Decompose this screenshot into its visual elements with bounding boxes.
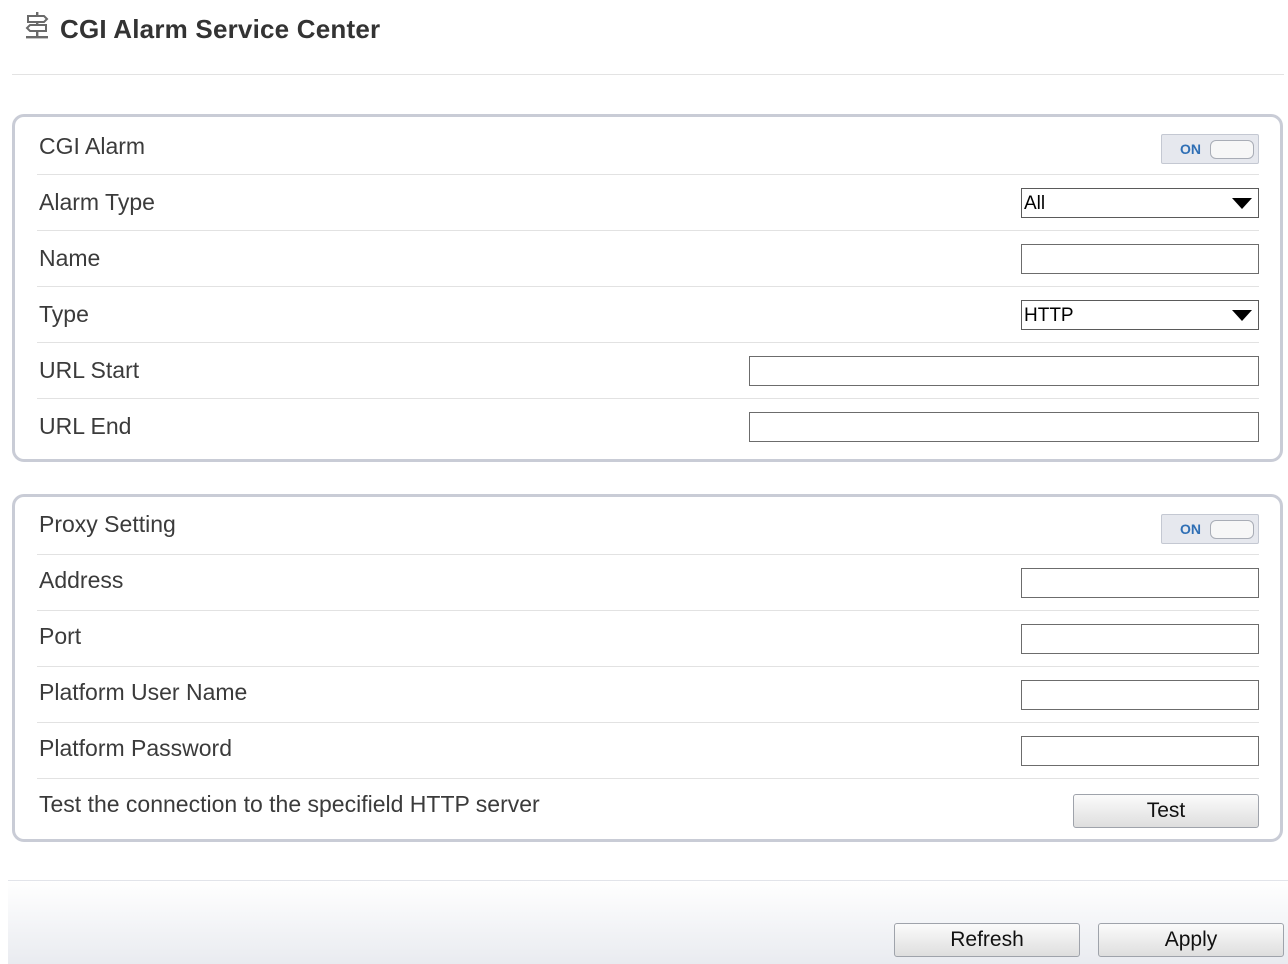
toggle-on-text: ON [1180, 521, 1201, 537]
url-start-label: URL Start [39, 357, 140, 383]
address-input[interactable] [1021, 568, 1259, 598]
cgi-alarm-service-center-page: CGI Alarm Service Center CGI Alarm ON Al… [0, 0, 1288, 964]
test-button[interactable]: Test [1073, 794, 1259, 828]
url-end-label: URL End [39, 413, 132, 439]
platform-user-name-label: Platform User Name [39, 679, 248, 705]
refresh-button[interactable]: Refresh [894, 923, 1080, 957]
platform-password-row: Platform Password [37, 723, 1259, 779]
signpost-icon [25, 12, 49, 39]
alarm-type-select[interactable]: All [1021, 188, 1259, 218]
name-label: Name [39, 245, 101, 271]
test-connection-label: Test the connection to the specifield HT… [39, 791, 540, 817]
toggle-on-text: ON [1180, 141, 1201, 157]
alarm-type-row: Alarm Type All [37, 175, 1259, 231]
address-row: Address [37, 555, 1259, 611]
platform-user-name-row: Platform User Name [37, 667, 1259, 723]
dropdown-arrow-icon [1232, 198, 1252, 209]
apply-button[interactable]: Apply [1098, 923, 1284, 957]
platform-password-input[interactable] [1021, 736, 1259, 766]
port-row: Port [37, 611, 1259, 667]
platform-user-name-input[interactable] [1021, 680, 1259, 710]
page-header: CGI Alarm Service Center [0, 0, 1288, 76]
port-input[interactable] [1021, 624, 1259, 654]
alarm-type-label: Alarm Type [39, 189, 155, 215]
url-end-row: URL End [37, 399, 1259, 455]
cgi-alarm-toggle[interactable]: ON [1161, 134, 1259, 164]
test-connection-row: Test the connection to the specifield HT… [37, 779, 1259, 835]
page-title: CGI Alarm Service Center [60, 14, 381, 44]
alarm-type-value: All [1024, 193, 1046, 214]
proxy-setting-row: Proxy Setting ON [37, 499, 1259, 555]
cgi-alarm-panel: CGI Alarm ON Alarm Type All Name Type HT… [12, 114, 1283, 462]
type-select[interactable]: HTTP [1021, 300, 1259, 330]
platform-password-label: Platform Password [39, 735, 233, 761]
cgi-alarm-row: CGI Alarm ON [37, 119, 1259, 175]
name-row: Name [37, 231, 1259, 287]
url-start-input[interactable] [749, 356, 1259, 386]
dropdown-arrow-icon [1232, 310, 1252, 321]
proxy-setting-toggle[interactable]: ON [1161, 514, 1259, 544]
header-divider [12, 74, 1284, 75]
type-label: Type [39, 301, 89, 327]
address-label: Address [39, 567, 124, 593]
port-label: Port [39, 623, 82, 649]
footer-bar: Refresh Apply [8, 880, 1288, 964]
proxy-setting-label: Proxy Setting [39, 511, 176, 537]
type-value: HTTP [1024, 305, 1074, 326]
name-input[interactable] [1021, 244, 1259, 274]
proxy-setting-panel: Proxy Setting ON Address Port Platform U… [12, 494, 1283, 842]
toggle-knob [1210, 520, 1254, 539]
url-start-row: URL Start [37, 343, 1259, 399]
type-row: Type HTTP [37, 287, 1259, 343]
toggle-knob [1210, 140, 1254, 159]
url-end-input[interactable] [749, 412, 1259, 442]
cgi-alarm-label: CGI Alarm [39, 133, 146, 159]
